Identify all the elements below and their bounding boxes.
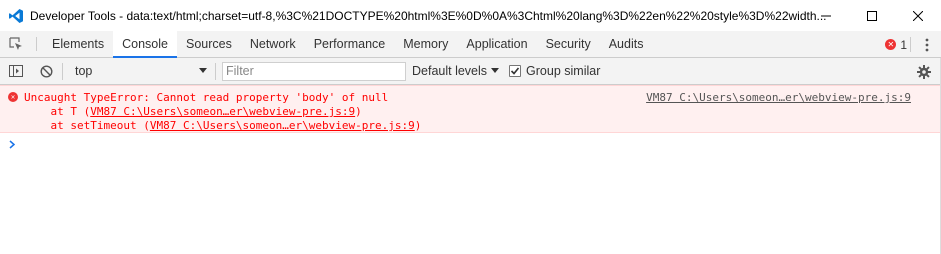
window-controls	[803, 0, 941, 31]
toolbar-divider	[62, 62, 63, 80]
console-toolbar: top Filter Default levels Group similar	[0, 58, 941, 85]
filter-input[interactable]: Filter	[222, 61, 406, 81]
more-vertical-icon	[925, 38, 929, 51]
tab-security[interactable]: Security	[537, 31, 600, 57]
tab-sources[interactable]: Sources	[177, 31, 241, 57]
stack-frame-link[interactable]: VM87 C:\Users\someon…er\webview-pre.js:9	[150, 119, 415, 132]
toolbar-divider	[215, 62, 216, 80]
stack-frame-link[interactable]: VM87 C:\Users\someon…er\webview-pre.js:9	[90, 105, 355, 118]
devtools-tab-bar: Elements Console Sources Network Perform…	[0, 31, 941, 58]
show-sidebar-button[interactable]	[4, 58, 28, 85]
minimize-icon	[821, 15, 831, 16]
vscode-icon	[8, 8, 24, 24]
maximize-button[interactable]	[849, 0, 895, 31]
log-levels-label: Default levels	[412, 64, 488, 78]
title-bar: Developer Tools - data:text/html;charset…	[0, 0, 941, 31]
clear-console-icon	[39, 64, 53, 78]
console-settings-button[interactable]	[913, 58, 935, 85]
error-icon: ✕	[885, 39, 897, 50]
console-error-message: ✕ Uncaught TypeError: Cannot read proper…	[0, 85, 941, 133]
context-value: top	[75, 64, 93, 78]
inspect-element-button[interactable]	[0, 31, 32, 57]
tab-network[interactable]: Network	[241, 31, 305, 57]
inspect-element-icon	[9, 37, 22, 50]
error-count-value: 1	[900, 37, 907, 52]
tab-memory[interactable]: Memory	[394, 31, 457, 57]
tab-application[interactable]: Application	[457, 31, 536, 57]
group-similar-toggle[interactable]: Group similar	[509, 64, 600, 78]
dropdown-arrow-icon	[199, 68, 207, 73]
console-messages: ✕ Uncaught TypeError: Cannot read proper…	[0, 85, 941, 254]
tab-performance[interactable]: Performance	[305, 31, 395, 57]
error-icon: ✕	[8, 92, 18, 102]
filter-placeholder: Filter	[226, 64, 254, 78]
gear-icon	[917, 64, 931, 79]
stack-frame: at setTimeout (VM87 C:\Users\someon…er\w…	[24, 119, 422, 132]
error-source-link[interactable]: VM87 C:\Users\someon…er\webview-pre.js:9	[646, 91, 911, 104]
more-options-button[interactable]	[913, 31, 941, 58]
window-title: Developer Tools - data:text/html;charset…	[30, 8, 827, 23]
console-prompt[interactable]	[9, 138, 16, 152]
clear-console-button[interactable]	[34, 58, 58, 85]
context-select[interactable]: top	[67, 58, 211, 85]
log-levels-dropdown[interactable]: Default levels	[412, 64, 500, 78]
tab-divider	[36, 37, 37, 51]
dropdown-arrow-icon	[491, 68, 500, 73]
error-counter[interactable]: ✕ 1	[885, 31, 907, 58]
checkmark-icon	[510, 67, 520, 75]
tab-audits[interactable]: Audits	[600, 31, 653, 57]
tab-divider	[910, 37, 911, 52]
minimize-button[interactable]	[803, 0, 849, 31]
chevron-right-icon	[9, 140, 16, 149]
console-sidebar-icon	[9, 65, 23, 77]
maximize-icon	[867, 10, 877, 21]
tab-console[interactable]: Console	[113, 31, 177, 58]
group-similar-checkbox[interactable]	[509, 65, 522, 77]
error-text: Uncaught TypeError: Cannot read property…	[24, 91, 389, 104]
tab-elements[interactable]: Elements	[43, 31, 113, 57]
stack-frame: at T (VM87 C:\Users\someon…er\webview-pr…	[24, 105, 362, 118]
group-similar-label: Group similar	[526, 64, 601, 78]
close-icon	[913, 10, 923, 21]
close-button[interactable]	[895, 0, 941, 31]
